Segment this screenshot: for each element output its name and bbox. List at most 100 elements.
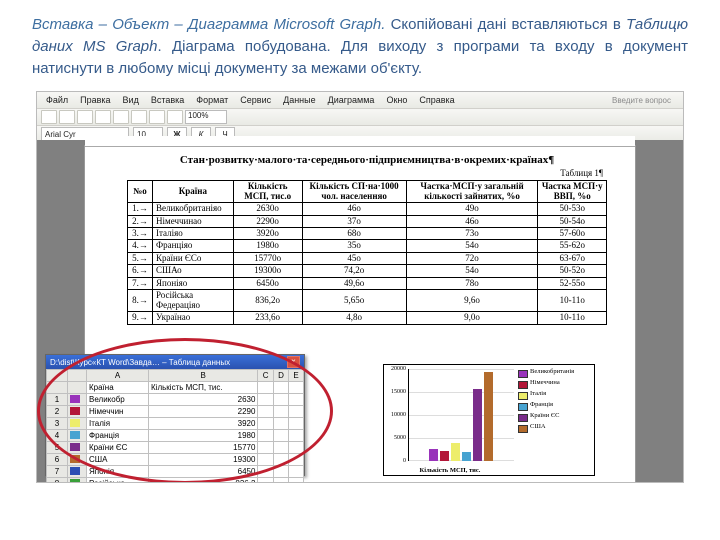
legend-swatch-icon [518, 425, 528, 433]
doc-title: Стан·розвитку·малого·та·середнього·підпр… [127, 154, 607, 166]
table-row: 4.→Франціяо1980о35о54о55-62о [128, 240, 607, 252]
chart-bar [473, 389, 482, 462]
table-row: 8.→Російська Федераціяо836,2о5,65о9,6о10… [128, 290, 607, 312]
ds-col-header[interactable]: C [258, 370, 273, 382]
row-color-icon [70, 455, 80, 463]
menubar: Файл Правка Вид Вставка Формат Сервис Да… [37, 92, 683, 109]
table-header: Країна [153, 181, 234, 203]
ds-col-header[interactable] [47, 370, 68, 382]
help-search-hint[interactable]: Введите вопрос [606, 96, 677, 105]
close-icon[interactable]: × [287, 356, 300, 368]
table-header: №о [128, 181, 153, 203]
legend-swatch-icon [518, 392, 528, 400]
graph-datasheet-window[interactable]: D:\dist\Курс«КТ Word\Завда… – Таблица да… [45, 354, 305, 476]
ms-graph-chart[interactable]: 0 5000 10000 15000 20000 Кількість МСП, тис.… [383, 364, 595, 476]
chart-bar [429, 449, 438, 461]
ds-row[interactable]: 2Німеччин2290 [47, 406, 304, 418]
chart-xlabel: Кількість МСП, тис. [384, 467, 516, 474]
row-color-icon [70, 395, 80, 403]
cut-icon[interactable] [113, 110, 129, 124]
legend-item: США [518, 424, 592, 433]
ds-row[interactable]: 5Країни ЄС15770 [47, 442, 304, 454]
ds-row[interactable]: 6США19300 [47, 454, 304, 466]
ds-cell[interactable] [68, 382, 87, 394]
row-color-icon [70, 467, 80, 475]
menu-chart[interactable]: Диаграмма [325, 94, 378, 106]
datasheet-titlebar: D:\dist\Курс«КТ Word\Завда… – Таблица да… [46, 355, 304, 369]
ds-cell[interactable]: Кількість МСП, тис. [149, 382, 258, 394]
table-row: 7.→Японіяо6450о49,6о78о52-55о [128, 277, 607, 289]
copy-icon[interactable] [131, 110, 147, 124]
ds-col-header[interactable]: A [87, 370, 149, 382]
table-header: Кількість СП·на·1000 чол. населенняо [302, 181, 406, 203]
open-icon[interactable] [59, 110, 75, 124]
paste-icon[interactable] [149, 110, 165, 124]
table-row: 1.→Великобританіяо2630о46о49о50-53о [128, 203, 607, 215]
legend-swatch-icon [518, 381, 528, 389]
new-doc-icon[interactable] [41, 110, 57, 124]
ds-row[interactable]: 8Російська836,2 [47, 478, 304, 484]
row-color-icon [70, 479, 80, 484]
legend-item: Франція [518, 402, 592, 411]
legend-item: Великобританія [518, 369, 592, 378]
menu-data[interactable]: Данные [280, 94, 319, 106]
table-row: 2.→Німеччинао2290о37о46о50-54о [128, 215, 607, 227]
chart-ytick: 15000 [384, 389, 408, 395]
row-color-icon [70, 431, 80, 439]
zoom-select[interactable]: 100% [185, 110, 227, 124]
legend-item: Німеччина [518, 380, 592, 389]
ds-col-header[interactable] [68, 370, 87, 382]
ds-col-header[interactable]: B [149, 370, 258, 382]
menu-view[interactable]: Вид [120, 94, 142, 106]
legend-item: Італія [518, 391, 592, 400]
chart-ytick: 5000 [384, 435, 408, 441]
chart-bar [484, 372, 493, 461]
menu-service[interactable]: Сервис [237, 94, 274, 106]
save-icon[interactable] [77, 110, 93, 124]
menu-insert[interactable]: Вставка [148, 94, 187, 106]
ds-cell[interactable] [258, 382, 273, 394]
table-row: 6.→СШАо19300о74,2о54о50-52о [128, 265, 607, 277]
standard-toolbar: 100% [37, 109, 683, 126]
row-color-icon [70, 443, 80, 451]
ds-row[interactable]: 4Франція1980 [47, 430, 304, 442]
table-row: 5.→Країни ЄСо15770о45о72о63-67о [128, 252, 607, 264]
menu-file[interactable]: Файл [43, 94, 71, 106]
menu-format[interactable]: Формат [193, 94, 231, 106]
row-color-icon [70, 419, 80, 427]
table-header: Кількість МСП, тис.о [233, 181, 302, 203]
word-screenshot: Файл Правка Вид Вставка Формат Сервис Да… [36, 91, 684, 483]
undo-icon[interactable] [167, 110, 183, 124]
chart-bar [440, 451, 449, 462]
menu-window[interactable]: Окно [383, 94, 410, 106]
menu-edit[interactable]: Правка [77, 94, 113, 106]
table-row: 9.→Українао233,6о4,8о9,0о10-11о [128, 312, 607, 324]
ds-col-header[interactable]: E [289, 370, 304, 382]
legend-swatch-icon [518, 370, 528, 378]
table-label: Таблиця 1¶ [127, 168, 603, 178]
print-icon[interactable] [95, 110, 111, 124]
ds-row[interactable]: 3Італія3920 [47, 418, 304, 430]
ds-cell[interactable] [273, 382, 288, 394]
ds-row[interactable]: 1Великобр2630 [47, 394, 304, 406]
legend-swatch-icon [518, 403, 528, 411]
menu-help[interactable]: Справка [416, 94, 457, 106]
chart-ytick: 0 [384, 458, 408, 464]
legend-item: Країни ЄС [518, 413, 592, 422]
chart-canvas: 0 5000 10000 15000 20000 Кількість МСП, тис. [384, 365, 516, 475]
row-color-icon [70, 407, 80, 415]
ds-cell[interactable]: Країна [87, 382, 149, 394]
ds-cell[interactable] [47, 382, 68, 394]
breadcrumb-path: Вставка – Объект – Диаграмма Microsoft G… [32, 16, 385, 33]
ds-cell[interactable] [289, 382, 304, 394]
datasheet-grid[interactable]: ABCDE КраїнаКількість МСП, тис. 1Великоб… [46, 369, 304, 483]
ds-row[interactable]: 7Японія6450 [47, 466, 304, 478]
table-header: Частка·МСП·у загальній кількості зайняти… [406, 181, 538, 203]
ds-col-header[interactable]: D [273, 370, 288, 382]
chart-ytick: 10000 [384, 412, 408, 418]
table-header: Частка МСП·у ВВП, %о [538, 181, 607, 203]
chart-ytick: 20000 [384, 366, 408, 372]
legend-swatch-icon [518, 414, 528, 422]
chart-bar [451, 443, 460, 461]
instruction-text: Вставка – Объект – Диаграмма Microsoft G… [0, 0, 720, 87]
